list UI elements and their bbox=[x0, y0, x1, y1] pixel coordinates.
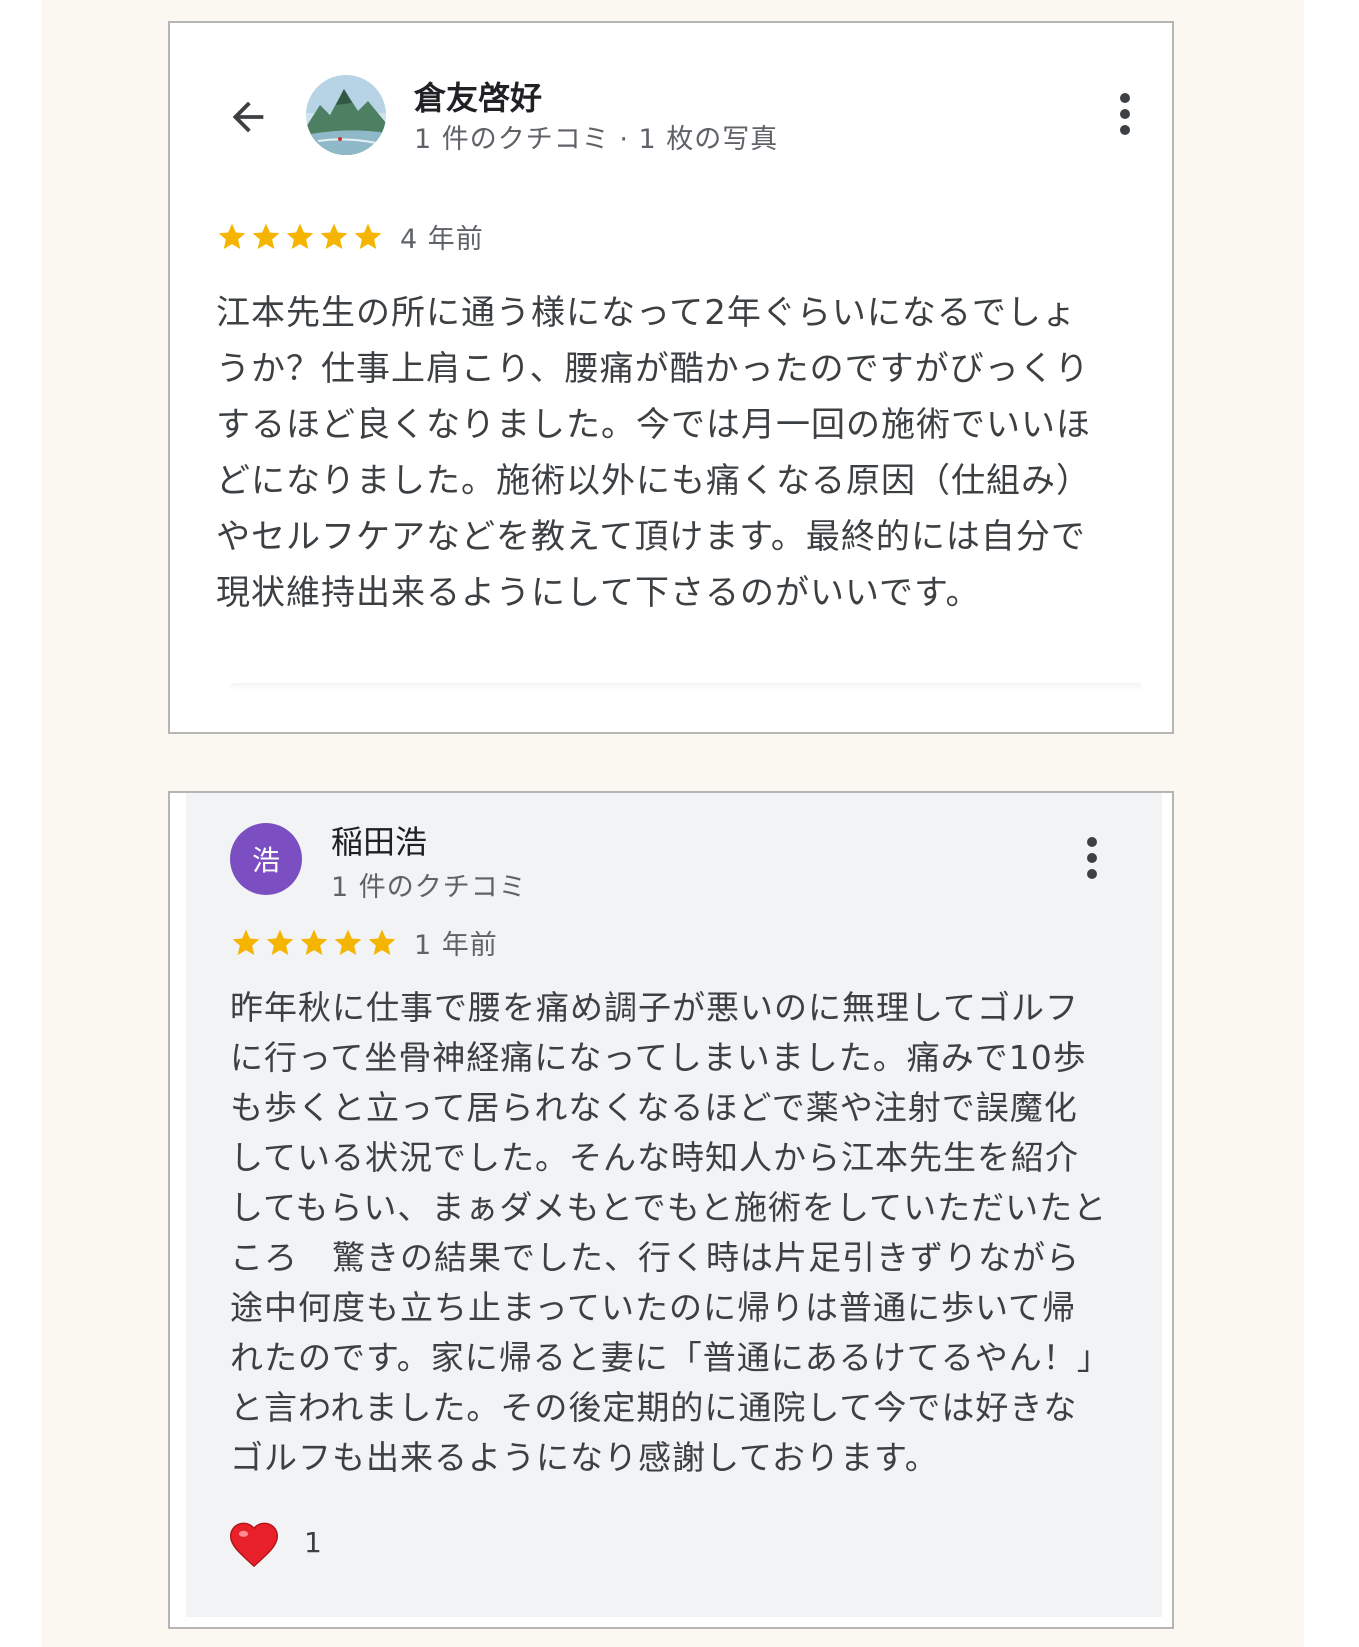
reaction-count: 1 bbox=[304, 1525, 322, 1559]
review-card-body: 浩 稲田浩 1 件のクチコミ 1 年前 昨年秋に仕事で腰を痛め調子が悪いのに無理… bbox=[186, 793, 1162, 1617]
back-arrow-icon[interactable] bbox=[225, 94, 271, 140]
star-icon bbox=[252, 223, 280, 249]
review-card: 浩 稲田浩 1 件のクチコミ 1 年前 昨年秋に仕事で腰を痛め調子が悪いのに無理… bbox=[168, 791, 1174, 1629]
star-icon bbox=[300, 929, 328, 955]
star-icon bbox=[286, 223, 314, 249]
reviewer-meta: 1 件のクチコミ · 1 枚の写真 bbox=[414, 124, 779, 155]
rating-row: 1 年前 bbox=[230, 923, 498, 962]
star-icon bbox=[218, 223, 246, 249]
reviewer-name[interactable]: 倉友啓好 bbox=[414, 73, 542, 119]
review-age: 1 年前 bbox=[414, 930, 498, 961]
star-rating bbox=[230, 927, 398, 959]
star-icon bbox=[232, 929, 260, 955]
more-vert-icon[interactable] bbox=[1086, 837, 1098, 881]
more-vert-icon[interactable] bbox=[1119, 93, 1131, 137]
divider bbox=[230, 683, 1142, 691]
reviewer-meta: 1 件のクチコミ bbox=[331, 872, 527, 903]
star-icon bbox=[368, 929, 396, 955]
reviewer-avatar[interactable]: 浩 bbox=[230, 823, 302, 895]
heart-icon[interactable] bbox=[226, 1516, 282, 1568]
review-text: 昨年秋に仕事で腰を痛め調子が悪いのに無理してゴルフに行って坐骨神経痛になってしま… bbox=[230, 988, 1108, 1477]
star-rating bbox=[216, 221, 384, 253]
rating-row: 4 年前 bbox=[216, 217, 484, 256]
reviewer-avatar[interactable] bbox=[306, 75, 386, 155]
star-icon bbox=[266, 929, 294, 955]
reaction-row: 1 bbox=[226, 1516, 322, 1568]
star-icon bbox=[334, 929, 362, 955]
review-age: 4 年前 bbox=[400, 224, 484, 255]
star-icon bbox=[320, 223, 348, 249]
star-icon bbox=[354, 223, 382, 249]
reviewer-name[interactable]: 稲田浩 bbox=[331, 817, 427, 863]
review-text: 江本先生の所に通う様になって2年ぐらいになるでしょうか？仕事上肩こり、腰痛が酷か… bbox=[216, 293, 1091, 613]
landscape-photo-icon bbox=[306, 75, 386, 155]
review-card: 倉友啓好 1 件のクチコミ · 1 枚の写真 4 年前 江本先生の所に通う様にな… bbox=[168, 21, 1174, 734]
